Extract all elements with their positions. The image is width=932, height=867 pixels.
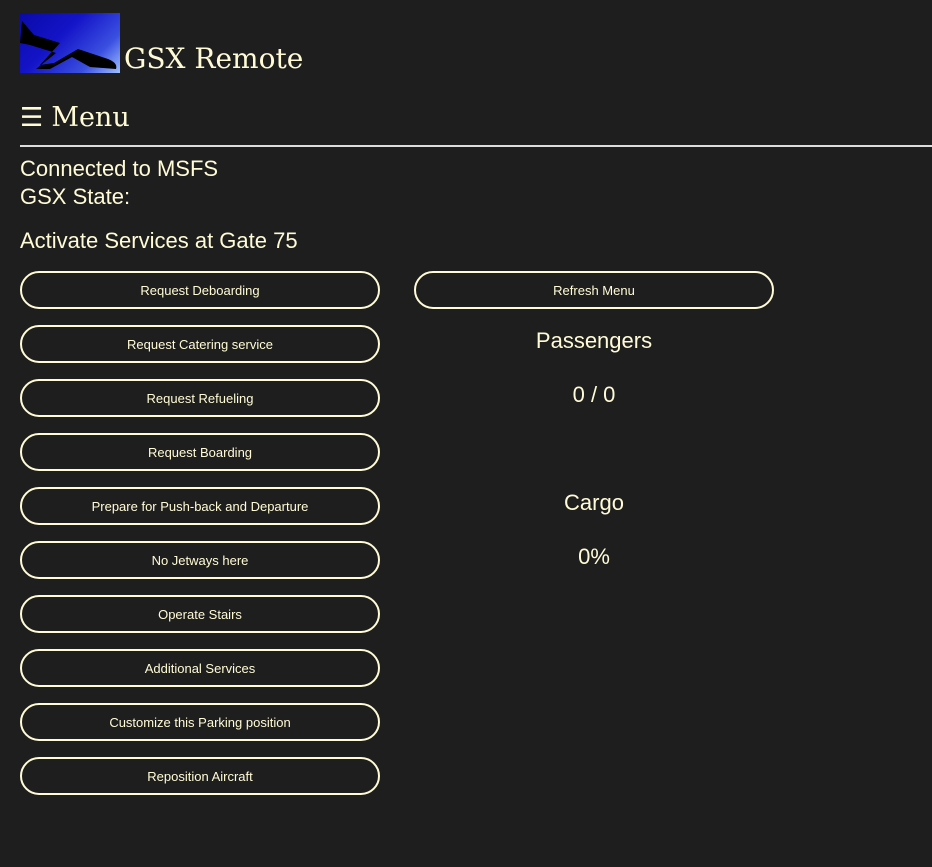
menu-label: Menu [51, 102, 130, 133]
cargo-label: Cargo [564, 490, 624, 515]
reposition-aircraft-button[interactable]: Reposition Aircraft [20, 757, 380, 795]
menu-toggle-button[interactable]: ☰ Menu [20, 100, 130, 136]
cargo-percent: 0% [578, 544, 610, 569]
airplane-silhouette [20, 21, 117, 69]
customize-parking-button[interactable]: Customize this Parking position [20, 703, 380, 741]
passengers-label: Passengers [535, 328, 653, 353]
refresh-menu-button[interactable]: Refresh Menu [414, 271, 774, 309]
passengers-count: 0 / 0 [572, 382, 616, 407]
gate-heading: Activate Services at Gate 75 [20, 228, 298, 253]
connection-status: Connected to MSFS [20, 156, 219, 181]
pushback-departure-button[interactable]: Prepare for Push-back and Departure [20, 487, 380, 525]
header-divider [20, 145, 932, 147]
request-boarding-button[interactable]: Request Boarding [20, 433, 380, 471]
gsx-state-label: GSX State: [20, 184, 131, 209]
request-catering-button[interactable]: Request Catering service [20, 325, 380, 363]
additional-services-button[interactable]: Additional Services [20, 649, 380, 687]
app-title: GSX Remote [124, 42, 304, 75]
no-jetways-button[interactable]: No Jetways here [20, 541, 380, 579]
airplane-logo-icon [20, 13, 120, 73]
hamburger-icon: ☰ [20, 103, 44, 133]
operate-stairs-button[interactable]: Operate Stairs [20, 595, 380, 633]
request-deboarding-button[interactable]: Request Deboarding [20, 271, 380, 309]
request-refueling-button[interactable]: Request Refueling [20, 379, 380, 417]
service-menu-list: Request Deboarding Request Catering serv… [20, 271, 380, 811]
